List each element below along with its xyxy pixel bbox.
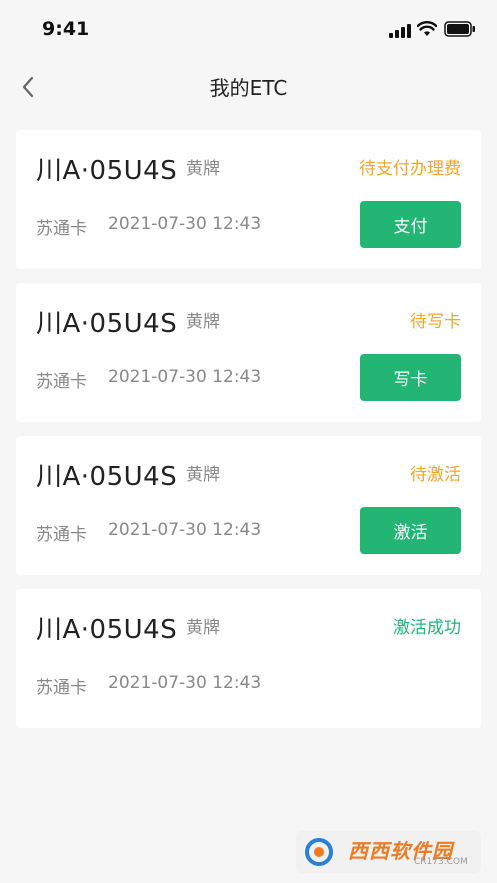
etc-card[interactable]: 川A·05U4S 黄牌 待激活 苏通卡 2021-07-30 12:43 激活: [16, 436, 481, 575]
page-title: 我的ETC: [209, 76, 288, 100]
plate-number: 川A·05U4S: [36, 615, 178, 645]
apply-datetime: 2021-07-30 12:43: [108, 673, 262, 693]
apply-datetime: 2021-07-30 12:43: [108, 367, 262, 387]
plate-number: 川A·05U4S: [36, 462, 178, 492]
apply-datetime: 2021-07-30 12:43: [108, 214, 262, 234]
pay-button[interactable]: 支付: [360, 201, 461, 248]
plate-type: 黄牌: [186, 312, 220, 332]
status-time: 9:41: [42, 18, 90, 40]
activate-button[interactable]: 激活: [360, 507, 461, 554]
navigation-bar: 我的ETC: [0, 60, 497, 112]
card-type: 苏通卡: [36, 372, 87, 392]
status-label: 待激活: [410, 465, 461, 485]
plate-type: 黄牌: [186, 465, 220, 485]
wifi-icon: [417, 21, 437, 36]
etc-card[interactable]: 川A·05U4S 黄牌 待支付办理费 苏通卡 2021-07-30 12:43 …: [16, 130, 481, 269]
status-label: 待写卡: [410, 312, 461, 332]
etc-card[interactable]: 川A·05U4S 黄牌 激活成功 苏通卡 2021-07-30 12:43: [16, 589, 481, 728]
watermark-subtext: CR173.COM: [414, 857, 468, 867]
card-type: 苏通卡: [36, 525, 87, 545]
plate-type: 黄牌: [186, 618, 220, 638]
plate-type: 黄牌: [186, 159, 220, 179]
status-label: 激活成功: [393, 618, 461, 638]
battery-icon: [444, 21, 475, 37]
etc-card-list: 川A·05U4S 黄牌 待支付办理费 苏通卡 2021-07-30 12:43 …: [16, 130, 481, 742]
etc-card[interactable]: 川A·05U4S 黄牌 待写卡 苏通卡 2021-07-30 12:43 写卡: [16, 283, 481, 422]
write-card-button[interactable]: 写卡: [360, 354, 461, 401]
card-type: 苏通卡: [36, 219, 87, 239]
plate-number: 川A·05U4S: [36, 309, 178, 339]
plate-number: 川A·05U4S: [36, 156, 178, 186]
card-type: 苏通卡: [36, 678, 87, 698]
watermark-emblem-icon: [305, 838, 333, 866]
signal-icon: [389, 24, 411, 38]
watermark-logo: 西西软件园 CR173.COM: [296, 831, 481, 873]
status-bar: 9:41: [0, 0, 497, 60]
status-label: 待支付办理费: [359, 159, 461, 179]
apply-datetime: 2021-07-30 12:43: [108, 520, 262, 540]
